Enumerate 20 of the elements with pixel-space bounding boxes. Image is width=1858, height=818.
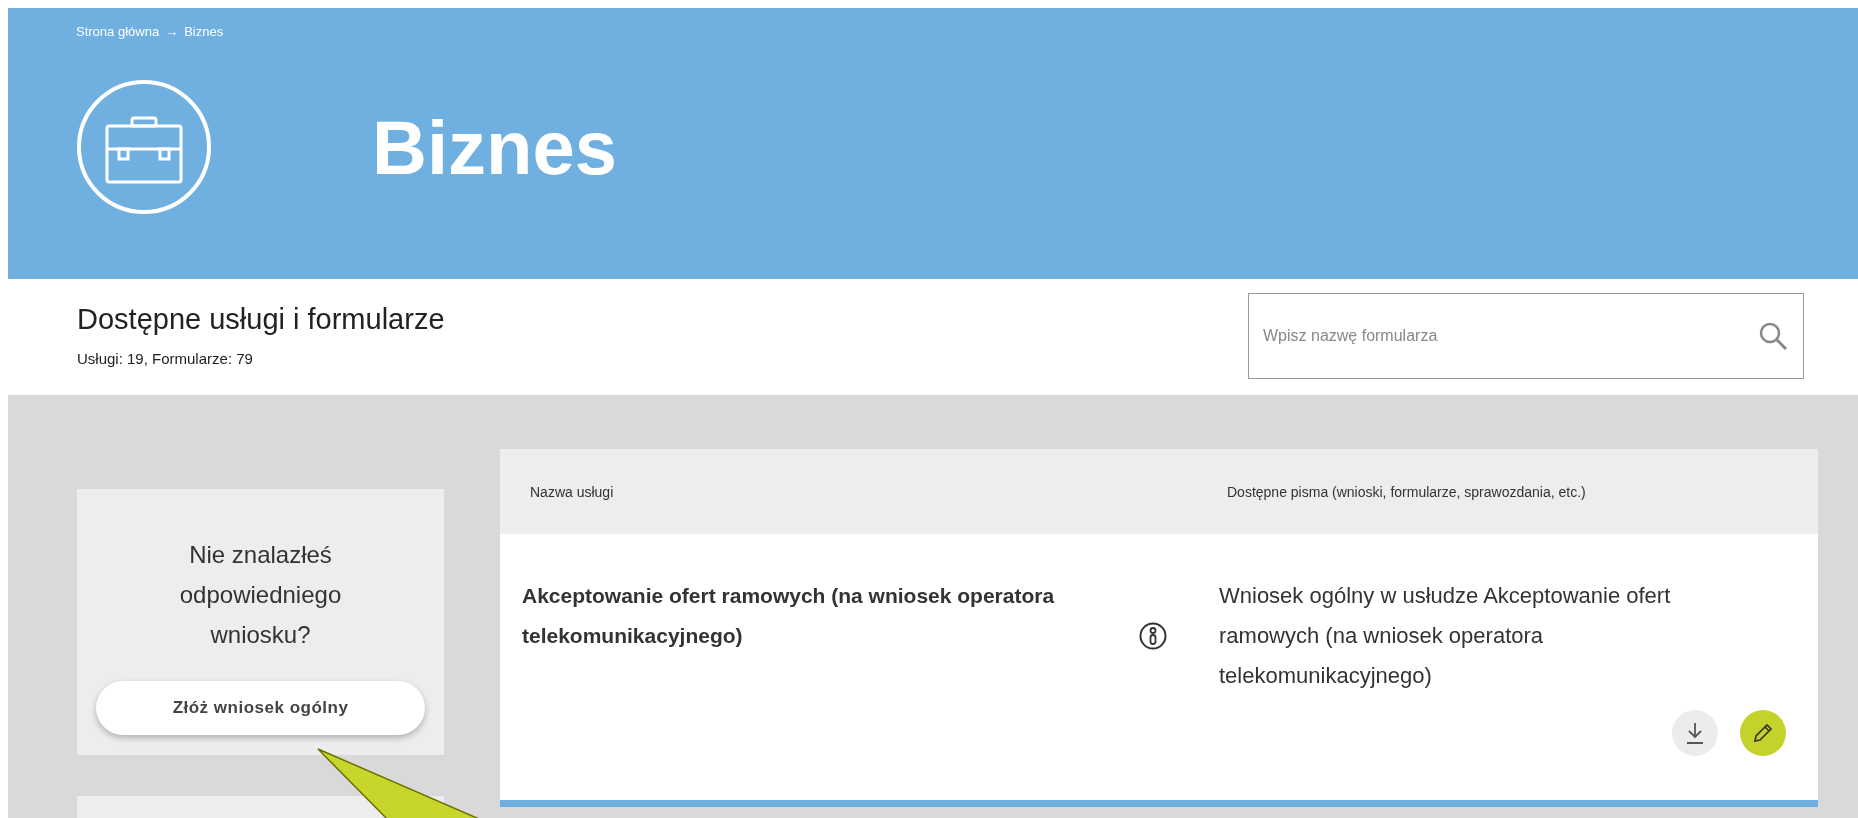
question-text: Nie znalazłeś odpowiedniego wniosku?	[178, 540, 343, 650]
pencil-icon	[1752, 722, 1774, 744]
general-request-button[interactable]: Złóż wniosek ogólny	[96, 681, 425, 735]
column-header: Dostępne pisma (wnioski, formularze, sprawozdania, etc.)	[1227, 483, 1586, 500]
breadcrumb-link[interactable]: Biznes	[184, 24, 224, 39]
download-icon	[1685, 722, 1705, 744]
counts-text: Usługi: 19, Formularze: 79	[77, 350, 254, 367]
search-field[interactable]: Wpisz nazwę formularza	[1248, 293, 1804, 379]
column-header: Nazwa usługi	[530, 483, 614, 500]
briefcase-icon	[76, 79, 212, 215]
download-button[interactable]	[1672, 710, 1718, 756]
search-icon[interactable]	[1758, 321, 1788, 351]
page-title: Biznes	[372, 103, 617, 191]
service-name: Akceptowanie ofert ramowych (na wniosek operatora telekomunikacyjnego)	[522, 583, 1056, 649]
breadcrumb-link[interactable]: Strona główna	[76, 24, 160, 39]
info-icon[interactable]	[1139, 622, 1167, 650]
section-title: Dostępne usługi i formularze	[77, 303, 445, 336]
breadcrumb-separator: →	[165, 24, 179, 39]
document-name: Wniosek ogólny w usłudze Akceptowanie ofert ramowych (na wniosek operatora telekomunikacyjnego)	[1219, 582, 1672, 690]
edit-button[interactable]	[1740, 710, 1786, 756]
